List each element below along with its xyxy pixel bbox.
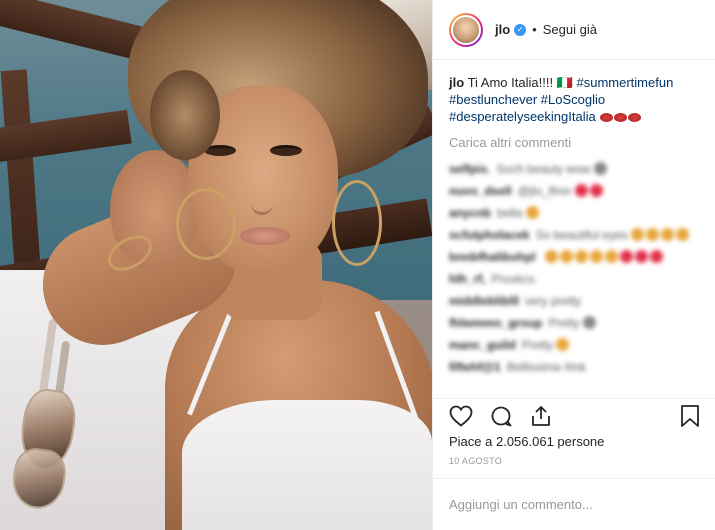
comment-text: So beautiful eyes [535, 228, 632, 242]
comment-row: fiftehf@1 Bellissima #ink [449, 356, 699, 378]
caption-username[interactable]: jlo [449, 75, 464, 90]
comment-username[interactable]: fhlwmmn_group [449, 316, 542, 330]
emoji-icon [605, 250, 618, 263]
comment-icon[interactable] [489, 404, 513, 428]
emoji-icon [646, 228, 660, 241]
post-side-panel: jlo ✓ • Segui già jlo Ti Amo Italia!!!! … [432, 0, 715, 530]
post-photo[interactable] [0, 0, 432, 530]
post-date: 10 AGOSTO [449, 456, 503, 466]
comment-text: Pretty [548, 316, 584, 330]
hoop-earring [176, 188, 236, 260]
emoji-icon [661, 228, 675, 241]
likes-count[interactable]: Piace a 2.056.061 persone [449, 434, 604, 449]
emoji-icon [650, 250, 663, 263]
comment-text: Pruvkcs. [491, 272, 538, 286]
instagram-post: jlo ✓ • Segui già jlo Ti Amo Italia!!!! … [0, 0, 715, 530]
emoji-icon [575, 250, 588, 263]
verified-icon: ✓ [514, 23, 527, 36]
comment-input[interactable] [449, 497, 700, 512]
comment-username[interactable]: fiftehf@1 [449, 360, 501, 374]
post-caption: jlo Ti Amo Italia!!!! 🇮🇹 #summertimefun … [449, 74, 699, 125]
caption-text: Ti Amo Italia!!!! 🇮🇹 [467, 75, 573, 90]
comment-row: hlh_rf, Pruvkcs. [449, 268, 699, 290]
emoji-icon [631, 228, 645, 241]
emoji-icon [635, 250, 648, 263]
comment-username[interactable]: selfpix. [449, 162, 490, 176]
comment-row: selfpix. Such beauty wow [449, 158, 699, 180]
comment-username[interactable]: bnnbfhalibohpl [449, 250, 536, 264]
white-top [182, 400, 432, 530]
following-button[interactable]: Segui già [543, 22, 597, 37]
comment-row: manc_guild Pretty [449, 334, 699, 356]
hashtag-link[interactable]: #summertimefun [576, 75, 673, 90]
emoji-icon [589, 184, 603, 197]
load-more-comments[interactable]: Carica altri commenti [449, 135, 699, 150]
emoji-icon [556, 338, 570, 351]
comment-username[interactable]: anycnb [449, 206, 491, 220]
heart-icon[interactable] [449, 405, 473, 427]
comment-row: anycnb bella [449, 202, 699, 224]
emoji-icon [676, 228, 690, 241]
comment-text: @jlo_lfmn [517, 184, 575, 198]
emoji-icon [525, 206, 539, 219]
bookmark-icon[interactable] [680, 404, 700, 428]
comment-text: Bellissima #ink [506, 360, 587, 374]
comment-text: very pretty [525, 294, 582, 308]
hashtag-link[interactable]: #LoScoglio [541, 92, 605, 107]
emoji-icon [560, 250, 573, 263]
username-link[interactable]: jlo [495, 22, 510, 37]
comment-row: fhlwmmn_group Pretty [449, 312, 699, 334]
emoji-icon [620, 250, 633, 263]
comment-username[interactable]: hlh_rf, [449, 272, 486, 286]
add-comment-bar [433, 478, 715, 530]
post-header: jlo ✓ • Segui già [433, 0, 715, 60]
separator-dot: • [532, 22, 537, 37]
lips-emoji-icon [599, 109, 642, 124]
hair-curl [150, 70, 220, 160]
comment-text: bella [497, 206, 526, 220]
comment-username[interactable]: nuvo_dsell [449, 184, 512, 198]
hoop-earring [332, 180, 382, 266]
comment-text: Pretty [521, 338, 557, 352]
comment-list: selfpix. Such beauty wow nuvo_dsell @jlo_l… [449, 158, 699, 378]
share-icon[interactable] [529, 404, 553, 428]
emoji-icon [583, 316, 597, 329]
emoji-icon [574, 184, 588, 197]
emoji-icon [593, 162, 607, 175]
hashtag-link[interactable]: #desperatelyseekingItalia [449, 109, 596, 124]
comment-username[interactable]: manc_guild [449, 338, 516, 352]
comments-section: jlo Ti Amo Italia!!!! 🇮🇹 #summertimefun … [433, 60, 715, 392]
comment-row: bnnbfhalibohpl [449, 246, 699, 268]
comment-username[interactable]: middlebliblll [449, 294, 519, 308]
comment-row: nuvo_dsell @jlo_lfmn [449, 180, 699, 202]
comment-row: middlebliblll very pretty [449, 290, 699, 312]
emoji-icon [590, 250, 603, 263]
avatar[interactable] [449, 12, 483, 47]
comment-username[interactable]: scfutpholacek [449, 228, 530, 242]
action-bar [433, 398, 715, 428]
comment-row: scfutpholacek So beautiful eyes [449, 224, 699, 246]
comment-text: Such beauty wow [496, 162, 594, 176]
hashtag-link[interactable]: #bestlunchever [449, 92, 537, 107]
emoji-icon [545, 250, 558, 263]
